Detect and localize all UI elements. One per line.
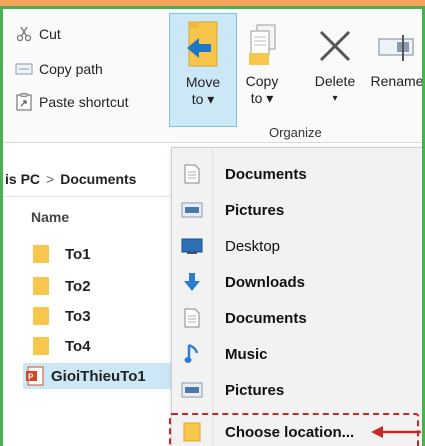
cut-label: Cut xyxy=(39,26,61,42)
copy-path-icon xyxy=(15,60,33,78)
list-item[interactable]: To4 xyxy=(25,333,91,359)
delete-label: Delete xyxy=(314,73,356,89)
rename-label: Rename xyxy=(370,73,424,89)
menu-item-label: Pictures xyxy=(225,201,285,219)
organize-group-label: Organize xyxy=(269,125,322,140)
explorer-window: Cut Copy path Paste shortcut Move to ▾ C… xyxy=(0,6,425,446)
menu-item-documents-2[interactable]: Documents xyxy=(172,300,422,336)
move-to-label-line1: Move xyxy=(185,74,221,90)
breadcrumb-this-pc[interactable]: is PC xyxy=(5,171,40,187)
move-to-label-line2: to ▾ xyxy=(191,91,215,107)
column-header-name[interactable]: Name xyxy=(31,209,69,225)
move-to-dropdown-menu: Documents Pictures Desktop Downloads Doc xyxy=(171,147,422,446)
menu-item-pictures-2[interactable]: Pictures xyxy=(172,372,422,408)
list-item[interactable]: To3 xyxy=(25,303,91,329)
scissors-icon xyxy=(15,25,33,43)
menu-item-downloads[interactable]: Downloads xyxy=(172,264,422,300)
svg-text:P: P xyxy=(28,373,34,382)
copy-to-label-line2: to ▾ xyxy=(250,90,274,106)
music-note-icon xyxy=(172,343,212,365)
menu-item-desktop[interactable]: Desktop xyxy=(172,228,422,264)
list-item[interactable]: To2 xyxy=(25,273,91,299)
breadcrumb-documents[interactable]: Documents xyxy=(60,171,136,187)
rename-button[interactable]: Rename xyxy=(365,13,424,123)
file-name: GioiThieuTo1 xyxy=(51,367,146,385)
document-icon xyxy=(172,164,212,184)
powerpoint-file-icon: P xyxy=(25,366,45,386)
menu-item-label: Music xyxy=(225,345,268,363)
file-name: To1 xyxy=(65,245,91,263)
copy-path-label: Copy path xyxy=(39,61,103,77)
copy-to-icon xyxy=(239,13,285,73)
menu-item-label: Pictures xyxy=(225,381,285,399)
desktop-icon xyxy=(172,238,212,254)
document-icon xyxy=(172,308,212,328)
move-to-button[interactable]: Move to ▾ xyxy=(169,13,237,127)
folder-icon xyxy=(33,245,49,263)
list-item-selected[interactable]: P GioiThieuTo1 xyxy=(23,363,173,389)
ribbon: Cut Copy path Paste shortcut Move to ▾ C… xyxy=(3,9,424,143)
copy-path-button[interactable]: Copy path xyxy=(15,58,103,80)
menu-item-label: Documents xyxy=(225,165,307,183)
menu-item-label: Downloads xyxy=(225,273,306,291)
paste-shortcut-button[interactable]: Paste shortcut xyxy=(15,91,129,113)
menu-item-documents[interactable]: Documents xyxy=(172,156,422,192)
download-arrow-icon xyxy=(172,272,212,292)
menu-item-music[interactable]: Music xyxy=(172,336,422,372)
breadcrumb[interactable]: is PC > Documents xyxy=(3,161,183,197)
paste-shortcut-icon xyxy=(15,93,33,111)
delete-button[interactable]: Delete ▾ xyxy=(305,13,365,123)
file-name: To3 xyxy=(65,307,91,325)
folder-icon xyxy=(33,337,49,355)
list-item[interactable]: To1 xyxy=(25,241,91,267)
pictures-icon xyxy=(172,382,212,398)
rename-icon xyxy=(365,13,422,73)
menu-item-pictures[interactable]: Pictures xyxy=(172,192,422,228)
annotation-arrow-icon xyxy=(371,426,421,438)
copy-to-label-line1: Copy xyxy=(245,73,279,89)
paste-shortcut-label: Paste shortcut xyxy=(39,94,129,110)
file-name: To2 xyxy=(65,277,91,295)
delete-x-icon xyxy=(305,13,365,73)
file-name: To4 xyxy=(65,337,91,355)
copy-to-button[interactable]: Copy to ▾ xyxy=(239,13,285,123)
folder-icon xyxy=(33,277,49,295)
menu-item-label: Desktop xyxy=(225,237,281,255)
delete-dropdown-arrow: ▾ xyxy=(332,93,338,104)
pictures-icon xyxy=(172,202,212,218)
move-to-icon xyxy=(170,14,236,74)
cut-button[interactable]: Cut xyxy=(15,23,61,45)
breadcrumb-separator: > xyxy=(46,170,55,187)
menu-item-label: Documents xyxy=(225,309,307,327)
folder-icon xyxy=(33,307,49,325)
